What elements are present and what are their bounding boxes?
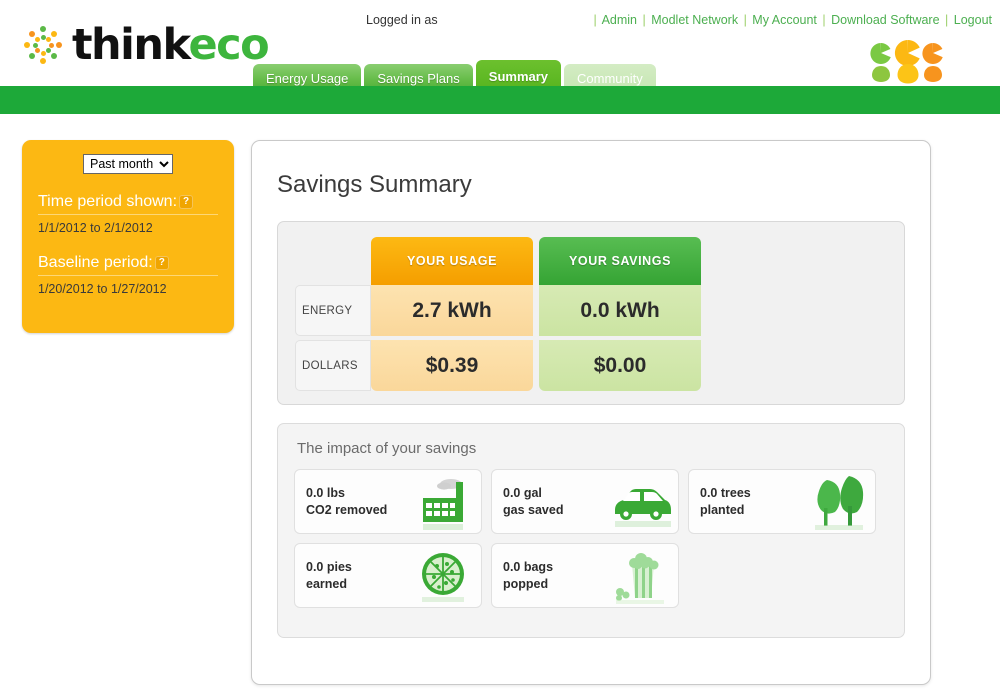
table-row: ENERGY 2.7 kWh 0.0 kWh (295, 285, 707, 336)
table-row: DOLLARS $0.39 $0.00 (295, 340, 707, 391)
baseline-period-help-icon[interactable]: ? (154, 256, 169, 270)
period-select-wrapper: Past month (38, 154, 218, 174)
impact-text: 0.0 pies earned (295, 559, 352, 593)
impact-line1: 0.0 bags (503, 559, 554, 574)
column-header-your-savings: YOUR SAVINGS (539, 237, 701, 285)
row-label-dollars: DOLLARS (295, 340, 371, 391)
link-separator: | (642, 13, 646, 27)
impact-text: 0.0 lbs CO2 removed (295, 485, 387, 519)
impact-line1: 0.0 lbs (306, 485, 345, 500)
baseline-period-value: 1/20/2012 to 1/27/2012 (38, 282, 167, 296)
time-period-value: 1/1/2012 to 2/1/2012 (38, 221, 153, 235)
link-separator: | (593, 13, 597, 27)
brand-wordmark: thinkeco (72, 23, 270, 67)
popcorn-icon (610, 546, 672, 607)
logged-in-label: Logged in as (366, 13, 438, 27)
period-sidebar: Past month Time period shown: ? 1/1/2012… (22, 140, 234, 333)
impact-line2: CO2 removed (306, 502, 388, 517)
impact-panel-title: The impact of your savings (297, 440, 477, 457)
green-divider-bar (0, 86, 1000, 114)
cell-dollars-savings: $0.00 (539, 340, 701, 391)
impact-line1: 0.0 gal (503, 485, 542, 500)
link-download-software[interactable]: Download Software (831, 13, 939, 27)
time-period-help-icon[interactable]: ? (179, 195, 194, 209)
impact-item-co2: 0.0 lbs CO2 removed (294, 469, 482, 534)
impact-grid: 0.0 lbs CO2 removed 0.0 gal gas saved 0.… (294, 469, 888, 608)
divider (38, 214, 218, 215)
pizza-icon (413, 546, 475, 607)
impact-line2: earned (306, 576, 347, 591)
impact-line2: gas saved (503, 502, 564, 517)
cell-energy-usage: 2.7 kWh (371, 285, 533, 336)
impact-text: 0.0 trees planted (689, 485, 751, 519)
top-nav-links: | Admin | Modlet Network | My Account | … (592, 13, 992, 27)
impact-line1: 0.0 trees (700, 485, 751, 500)
column-header-your-usage: YOUR USAGE (371, 237, 533, 285)
link-my-account[interactable]: My Account (752, 13, 817, 27)
link-admin[interactable]: Admin (602, 13, 637, 27)
cell-energy-savings: 0.0 kWh (539, 285, 701, 336)
page-title: Savings Summary (277, 171, 472, 198)
period-select[interactable]: Past month (83, 154, 173, 174)
impact-item-gas: 0.0 gal gas saved (491, 469, 679, 534)
row-label-energy: ENERGY (295, 285, 371, 336)
impact-line2: planted (700, 502, 745, 517)
impact-item-trees: 0.0 trees planted (688, 469, 876, 534)
cell-dollars-usage: $0.39 (371, 340, 533, 391)
sunburst-dots-logo-icon (20, 22, 66, 68)
impact-line1: 0.0 pies (306, 559, 352, 574)
link-separator: | (743, 13, 747, 27)
link-modlet-network[interactable]: Modlet Network (651, 13, 738, 27)
brand-logo[interactable]: thinkeco (20, 22, 270, 68)
car-icon (610, 472, 672, 533)
impact-item-popcorn: 0.0 bags popped (491, 543, 679, 608)
link-separator: | (945, 13, 949, 27)
page-header: thinkeco Logged in as | Admin | Modlet N… (0, 0, 1000, 114)
impact-text: 0.0 bags popped (492, 559, 553, 593)
brand-think: think (72, 19, 190, 70)
link-logout[interactable]: Logout (954, 13, 992, 27)
baseline-period-label: Baseline period: (38, 254, 153, 271)
time-period-label-row: Time period shown: ? (38, 193, 218, 211)
impact-panel: The impact of your savings 0.0 lbs CO2 r… (277, 423, 905, 638)
baseline-period-label-row: Baseline period: ? (38, 254, 218, 272)
divider (38, 275, 218, 276)
main-content-panel: Savings Summary YOUR USAGE YOUR SAVINGS … (251, 140, 931, 685)
time-period-label: Time period shown: (38, 193, 178, 210)
impact-item-pies: 0.0 pies earned (294, 543, 482, 608)
three-outlet-mascots-icon (867, 38, 945, 84)
impact-text: 0.0 gal gas saved (492, 485, 563, 519)
link-separator: | (822, 13, 826, 27)
savings-summary-table: YOUR USAGE YOUR SAVINGS ENERGY 2.7 kWh 0… (277, 221, 905, 405)
impact-line2: popped (503, 576, 549, 591)
factory-icon (413, 472, 475, 533)
trees-icon (807, 472, 869, 533)
